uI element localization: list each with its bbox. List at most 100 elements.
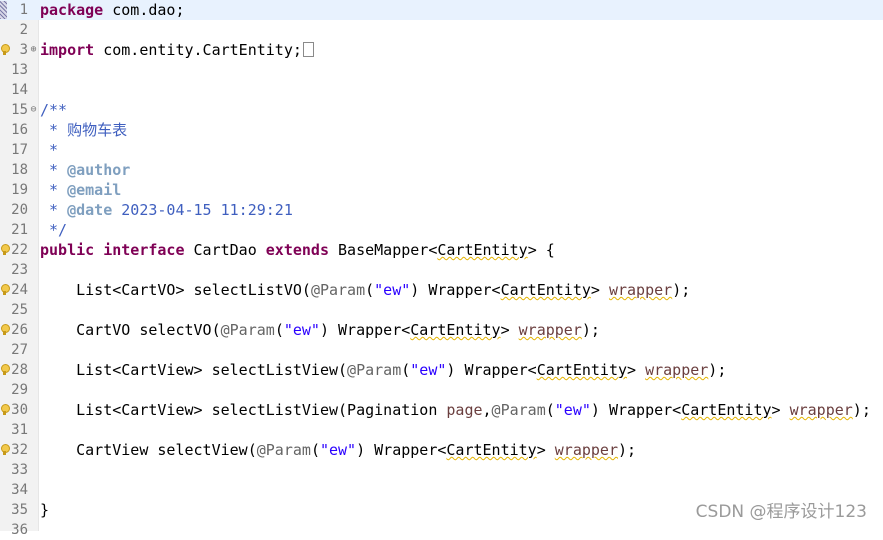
fold-expand-icon[interactable]: ⊕ [29, 45, 38, 55]
code-line[interactable]: 22 public interface CartDao extends BaseM… [0, 240, 883, 260]
code-text[interactable]: public interface CartDao extends BaseMap… [40, 240, 555, 260]
code-line[interactable]: 27 [0, 340, 883, 360]
code-token: * [40, 181, 68, 199]
code-line[interactable]: 16 * 购物车表 [0, 120, 883, 140]
code-line[interactable]: 36 [0, 520, 883, 540]
line-number: 19 [11, 182, 28, 198]
code-line[interactable]: 14 [0, 80, 883, 100]
code-text[interactable]: /** [40, 100, 67, 120]
code-token: interface [103, 241, 185, 259]
line-number: 34 [11, 482, 28, 498]
code-text[interactable]: * @author [40, 160, 130, 180]
code-token: CartView selectView( [40, 441, 257, 459]
line-number: 14 [11, 82, 28, 98]
code-token: List<CartView> selectListView(Pagination [40, 401, 447, 419]
collapsed-imports-icon[interactable] [302, 42, 314, 57]
code-text[interactable]: List<CartVO> selectListVO(@Param("ew") W… [40, 280, 690, 300]
line-number: 35 [11, 502, 28, 518]
code-token: 2023-04-15 11:29:21 [112, 201, 293, 219]
line-number: 17 [11, 142, 28, 158]
code-line[interactable]: 25 [0, 300, 883, 320]
code-line[interactable]: 17 * [0, 140, 883, 160]
code-token: ( [274, 321, 284, 339]
code-token: ) Wrapper< [410, 281, 501, 299]
code-line[interactable]: 29 [0, 380, 883, 400]
code-text[interactable]: CartView selectView(@Param("ew") Wrapper… [40, 440, 636, 460]
code-token: CartVO selectVO( [40, 321, 221, 339]
code-token: CartEntity [410, 321, 501, 339]
code-line[interactable]: 32 CartView selectView(@Param("ew") Wrap… [0, 440, 883, 460]
line-number: 23 [11, 262, 28, 278]
code-token: public [40, 241, 95, 259]
code-line[interactable]: 2 [0, 20, 883, 40]
code-line[interactable]: 3 ⊕ import com.entity.CartEntity; [0, 40, 883, 60]
line-number: 32 [11, 442, 28, 458]
line-number: 16 [11, 122, 28, 138]
code-text[interactable]: List<CartView> selectListView(@Param("ew… [40, 360, 726, 380]
line-number: 3 [19, 42, 28, 58]
code-token: @Param [310, 281, 366, 299]
code-token: wrapper [608, 281, 673, 299]
code-token: > [590, 281, 609, 299]
code-token: extends [265, 241, 329, 259]
code-token: "ew" [319, 441, 357, 459]
code-text[interactable]: } [40, 500, 49, 520]
code-token: ( [401, 361, 411, 379]
code-text[interactable]: * 购物车表 [40, 120, 127, 140]
code-line[interactable]: 26 CartVO selectVO(@Param("ew") Wrapper<… [0, 320, 883, 340]
code-token: CartDao [184, 241, 266, 259]
code-line[interactable]: 19 * @email [0, 180, 883, 200]
line-number: 31 [11, 422, 28, 438]
code-token: "ew" [374, 281, 411, 299]
code-token: CartEntity [500, 281, 591, 299]
code-token: "ew" [410, 361, 447, 379]
code-token: ( [545, 401, 555, 419]
code-line[interactable]: 20 * @date 2023-04-15 11:29:21 [0, 200, 883, 220]
code-token: List<CartView> selectListView( [40, 361, 348, 379]
code-line[interactable]: 15 ⊖/** [0, 100, 883, 120]
code-token: > { [527, 241, 555, 259]
code-token: ) Wrapper< [590, 401, 682, 419]
code-editor[interactable]: 1 package com.dao; 2 3 ⊕ import com.entity.Ca… [0, 0, 883, 538]
line-number: 20 [11, 202, 28, 218]
line-number: 33 [11, 462, 28, 478]
code-token: * 购物车表 [40, 121, 128, 139]
code-text[interactable]: * @date 2023-04-15 11:29:21 [40, 200, 293, 220]
code-line[interactable]: 21 */ [0, 220, 883, 240]
code-line[interactable]: 1 package com.dao; [0, 0, 883, 20]
line-number: 36 [11, 522, 28, 538]
code-text[interactable]: */ [40, 220, 67, 240]
code-text[interactable]: CartVO selectVO(@Param("ew") Wrapper<Car… [40, 320, 600, 340]
code-text[interactable]: * @email [40, 180, 121, 200]
code-token: > [771, 401, 790, 419]
code-token: ); [708, 361, 727, 379]
code-token: ) Wrapper< [356, 441, 447, 459]
code-line[interactable]: 31 [0, 420, 883, 440]
code-line[interactable]: 23 [0, 260, 883, 280]
fold-collapse-icon[interactable]: ⊖ [29, 105, 38, 115]
line-number: 22 [11, 242, 28, 258]
code-token: import [40, 41, 95, 59]
code-token: @Param [491, 401, 546, 419]
code-text[interactable]: * [40, 140, 58, 160]
code-text[interactable]: package com.dao; [40, 0, 185, 20]
code-line[interactable]: 30 List<CartView> selectListView(Paginat… [0, 400, 883, 420]
code-token: com.entity.CartEntity; [94, 41, 302, 59]
line-number: 27 [11, 342, 28, 358]
code-token: BaseMapper< [329, 241, 438, 259]
code-token: @Param [347, 361, 402, 379]
code-line[interactable]: 28 List<CartView> selectListView(@Param(… [0, 360, 883, 380]
code-line[interactable]: 18 * @author [0, 160, 883, 180]
code-token: > [627, 361, 646, 379]
code-token: wrapper [554, 441, 618, 459]
code-text[interactable]: import com.entity.CartEntity; [40, 40, 314, 60]
code-line[interactable]: 13 [0, 60, 883, 80]
code-text[interactable]: List<CartView> selectListView(Pagination… [40, 400, 871, 420]
code-line[interactable]: 24 List<CartVO> selectListVO(@Param("ew"… [0, 280, 883, 300]
code-token: /** [40, 101, 68, 119]
code-token: "ew" [283, 321, 320, 339]
code-token: > [536, 441, 555, 459]
line-number: 26 [11, 322, 28, 338]
code-line[interactable]: 33 [0, 460, 883, 480]
line-number: 21 [11, 222, 28, 238]
